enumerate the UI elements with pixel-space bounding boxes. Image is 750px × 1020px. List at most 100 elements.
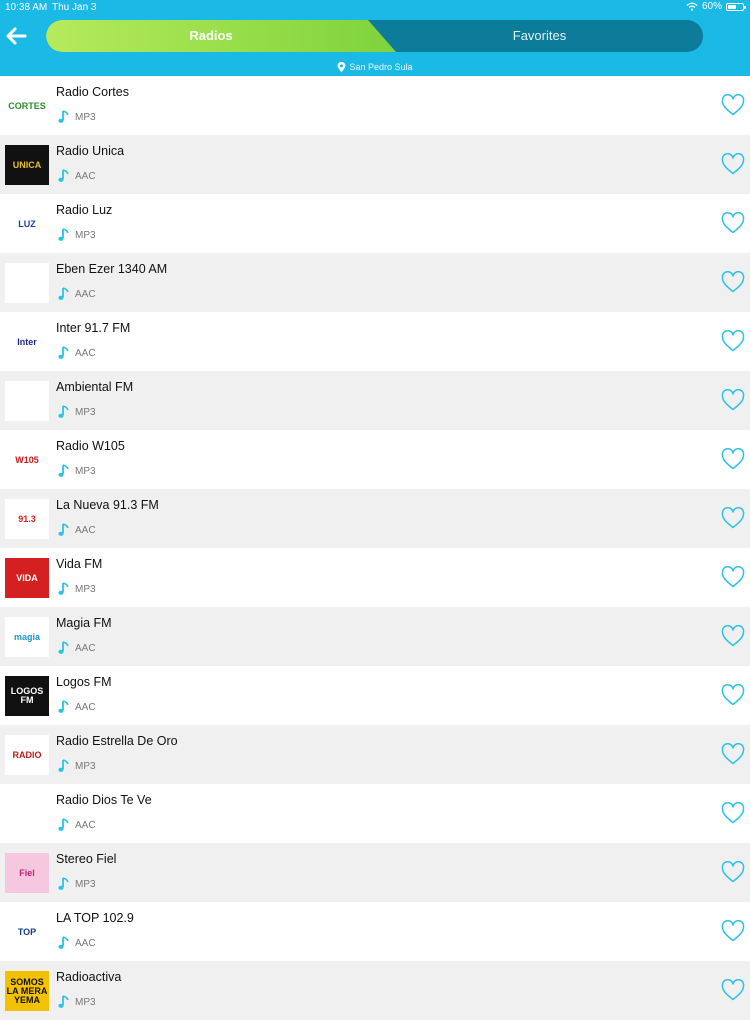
battery-icon — [726, 2, 746, 11]
station-format: AAC — [75, 348, 96, 359]
music-note-icon — [58, 464, 69, 477]
music-note-icon — [58, 287, 69, 300]
station-logo: TOP — [5, 912, 49, 952]
heart-outline-icon[interactable] — [721, 330, 745, 352]
music-note-icon — [58, 346, 69, 359]
station-name: Radio Estrella De Oro — [56, 734, 178, 748]
station-row[interactable]: Fiel Stereo Fiel MP3 — [0, 843, 750, 902]
station-format: AAC — [75, 702, 96, 713]
station-name: Radio Unica — [56, 144, 125, 158]
station-name: Vida FM — [56, 557, 103, 571]
station-row[interactable]: LUZ Radio Luz MP3 — [0, 194, 750, 253]
heart-outline-icon[interactable] — [721, 94, 745, 116]
station-logo-text: SOMOS LA MERA YEMA — [6, 976, 48, 1005]
station-name: Radioactiva — [56, 970, 122, 984]
station-row[interactable]: magia Magia FM AAC — [0, 607, 750, 666]
heart-outline-icon[interactable] — [721, 684, 745, 706]
station-logo — [5, 381, 49, 421]
station-logo-text: 91.3 — [18, 513, 36, 524]
location-bar[interactable]: San Pedro Sula — [0, 60, 750, 74]
station-format: AAC — [75, 643, 96, 654]
station-name: Logos FM — [56, 675, 112, 689]
station-name: Magia FM — [56, 616, 112, 630]
music-note-icon — [58, 405, 69, 418]
station-logo: magia — [5, 617, 49, 657]
station-row[interactable]: SOMOS LA MERA YEMA Radioactiva MP3 — [0, 961, 750, 1020]
station-row[interactable]: Eben Ezer 1340 AM AAC — [0, 253, 750, 312]
station-row[interactable]: RADIO Radio Estrella De Oro MP3 — [0, 725, 750, 784]
station-format: MP3 — [75, 997, 96, 1008]
music-note-icon — [58, 936, 69, 949]
station-logo-text: magia — [13, 631, 40, 642]
heart-outline-icon[interactable] — [721, 743, 745, 765]
station-format: MP3 — [75, 466, 96, 477]
station-row[interactable]: TOP LA TOP 102.9 AAC — [0, 902, 750, 961]
station-row[interactable]: CORTES Radio Cortes MP3 — [0, 76, 750, 135]
station-logo-text: LUZ — [18, 218, 36, 229]
heart-outline-icon[interactable] — [721, 566, 745, 588]
station-logo-text: LOGOS FM — [10, 686, 44, 705]
station-row[interactable]: W105 Radio W105 MP3 — [0, 430, 750, 489]
heart-outline-icon[interactable] — [721, 861, 745, 883]
station-row[interactable]: VIDA Vida FM MP3 — [0, 548, 750, 607]
music-note-icon — [58, 228, 69, 241]
heart-outline-icon[interactable] — [721, 389, 745, 411]
station-format: MP3 — [75, 112, 96, 123]
heart-outline-icon[interactable] — [721, 625, 745, 647]
heart-outline-icon[interactable] — [721, 448, 745, 470]
segmented-control: Radios Favorites — [46, 20, 703, 52]
status-date: Thu Jan 3 — [52, 2, 97, 13]
station-format: MP3 — [75, 407, 96, 418]
music-note-icon — [58, 169, 69, 182]
station-format: MP3 — [75, 584, 96, 595]
top-header: 10:38 AM Thu Jan 3 60% Radios Favorites … — [0, 0, 750, 76]
station-logo: Fiel — [5, 853, 49, 893]
station-format: AAC — [75, 171, 96, 182]
music-note-icon — [58, 759, 69, 772]
music-note-icon — [58, 523, 69, 536]
location-label: San Pedro Sula — [349, 62, 413, 72]
station-logo-text: TOP — [17, 926, 37, 937]
station-logo-text: Fiel — [19, 867, 35, 878]
status-right: 60% — [686, 1, 746, 12]
station-row[interactable]: 91.3 La Nueva 91.3 FM AAC — [0, 489, 750, 548]
heart-outline-icon[interactable] — [721, 979, 745, 1001]
station-row[interactable]: Radio Dios Te Ve AAC — [0, 784, 750, 843]
station-logo: UNICA — [5, 145, 49, 185]
music-note-icon — [58, 818, 69, 831]
station-name: Eben Ezer 1340 AM — [56, 262, 168, 276]
station-logo-text: CORTES — [8, 100, 46, 111]
station-row[interactable]: Ambiental FM MP3 — [0, 371, 750, 430]
station-logo: LOGOS FM — [5, 676, 49, 716]
heart-outline-icon[interactable] — [721, 920, 745, 942]
heart-outline-icon[interactable] — [721, 153, 745, 175]
station-logo-text: W105 — [15, 454, 39, 465]
music-note-icon — [58, 995, 69, 1008]
status-time: 10:38 AM — [5, 2, 48, 13]
heart-outline-icon[interactable] — [721, 271, 745, 293]
music-note-icon — [58, 110, 69, 123]
station-row[interactable]: LOGOS FM Logos FM AAC — [0, 666, 750, 725]
tab-favorites[interactable]: Favorites — [376, 20, 703, 52]
station-format: MP3 — [75, 761, 96, 772]
station-row[interactable]: Inter Inter 91.7 FM AAC — [0, 312, 750, 371]
heart-outline-icon[interactable] — [721, 802, 745, 824]
wifi-icon — [686, 2, 698, 11]
station-logo: 91.3 — [5, 499, 49, 539]
station-name: Radio Dios Te Ve — [56, 793, 152, 807]
station-logo-text: UNICA — [12, 159, 42, 170]
heart-outline-icon[interactable] — [721, 507, 745, 529]
station-row[interactable]: UNICA Radio Unica AAC — [0, 135, 750, 194]
heart-outline-icon[interactable] — [721, 212, 745, 234]
tab-radios[interactable]: Radios — [46, 20, 376, 52]
back-arrow-icon[interactable] — [4, 24, 28, 48]
station-logo: Inter — [5, 322, 49, 362]
station-logo: W105 — [5, 440, 49, 480]
station-name: Radio Luz — [56, 203, 113, 217]
station-name: Inter 91.7 FM — [56, 321, 131, 335]
station-name: LA TOP 102.9 — [56, 911, 134, 925]
station-name: Radio Cortes — [56, 85, 129, 99]
station-name: Stereo Fiel — [56, 852, 117, 866]
station-name: Ambiental FM — [56, 380, 134, 394]
station-format: MP3 — [75, 879, 96, 890]
